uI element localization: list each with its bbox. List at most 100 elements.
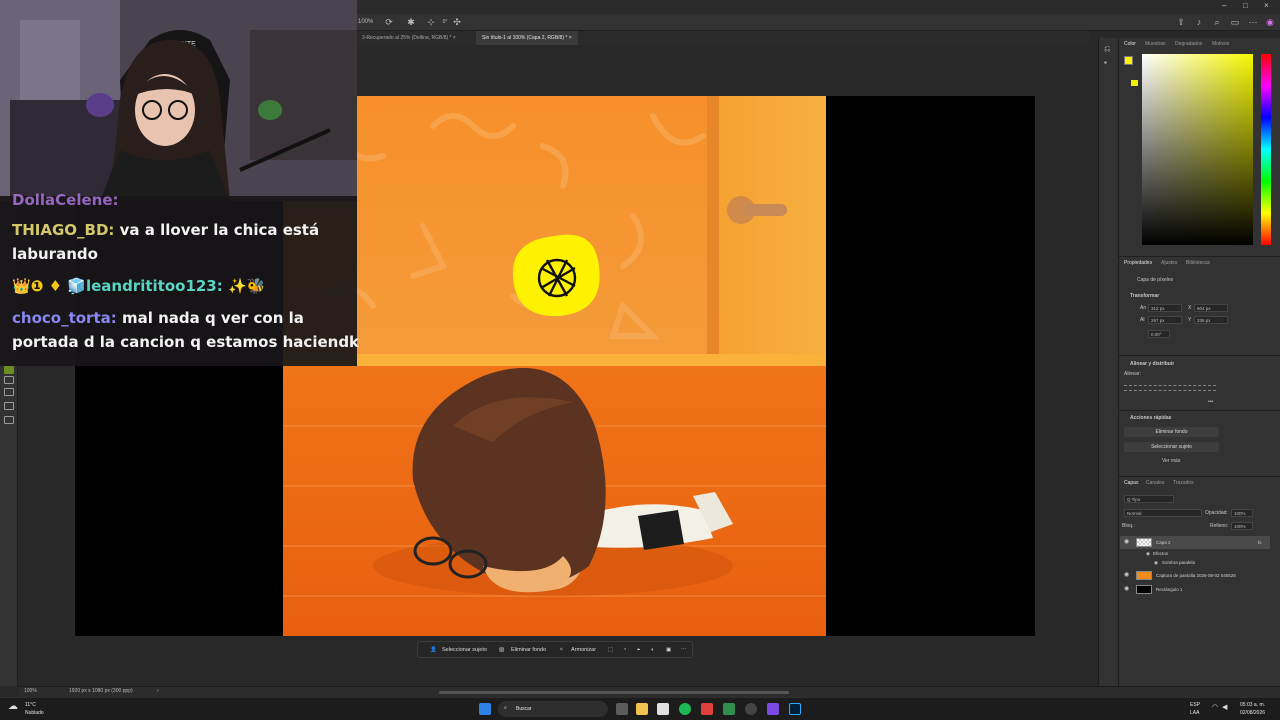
layer-filter-select[interactable]: Q Tipo (1124, 495, 1174, 503)
settings-icon[interactable]: ✱ (406, 17, 416, 27)
tab-document-2[interactable]: Sin título-1 al 100% (Capa 2, RGB/8) * × (476, 31, 578, 45)
clock-date[interactable]: 02/08/2026 (1240, 710, 1265, 716)
butterfly-icon[interactable]: ✣ (452, 17, 462, 27)
x-field[interactable]: 604 px (1194, 304, 1228, 312)
file-explorer-icon[interactable] (636, 703, 648, 715)
more-options-icon[interactable]: ••• (1208, 399, 1213, 405)
blend-mode-select[interactable]: Normal (1124, 509, 1202, 517)
comments-icon[interactable]: ▪ (1104, 58, 1107, 67)
see-more-link[interactable]: Ver más (1162, 458, 1180, 464)
visibility-eye-icon[interactable]: ◉ (1124, 583, 1129, 596)
layer-kind-label: Capa de píxeles (1137, 277, 1174, 283)
select-subject-ctx-button[interactable]: Seleccionar sujeto (442, 642, 487, 658)
color-field[interactable] (1142, 54, 1253, 245)
weather-desc[interactable]: Nublado (25, 710, 44, 716)
more-ctx-icon[interactable]: ⋯ (681, 642, 687, 658)
keyboard-layout[interactable]: LAA (1190, 710, 1199, 716)
spotify-icon[interactable] (679, 703, 691, 715)
effect-eye-icon[interactable]: ◉ (1154, 556, 1158, 569)
zoom-level[interactable]: 100% (24, 688, 37, 694)
fill-field[interactable]: 100% (1231, 522, 1253, 530)
chat-message-cont: laburando (12, 245, 98, 263)
layer-row[interactable]: ◉ Rectángulo 1 (1120, 583, 1270, 596)
document-info[interactable]: 1920 px x 1080 px (300 ppp) (69, 688, 133, 694)
app-icon[interactable] (723, 703, 735, 715)
tab-gradients[interactable]: Degradados (1175, 41, 1202, 47)
weather-temp[interactable]: 11°C (25, 702, 36, 708)
tab-layers[interactable]: Capas (1124, 480, 1138, 486)
photoshop-icon[interactable] (789, 703, 801, 715)
close-icon[interactable]: × (1264, 1, 1269, 10)
task-view-icon[interactable] (616, 703, 628, 715)
chat-username: THIAGO_BD: (12, 221, 115, 239)
width-field[interactable]: 312 px (1148, 304, 1182, 312)
angle-field[interactable]: 0° (438, 17, 452, 27)
height-label: Al (1140, 317, 1145, 323)
workspace-icon[interactable]: ▭ (1230, 17, 1240, 27)
clock-time[interactable]: 05:03 a. m. (1240, 702, 1265, 708)
tab-paths[interactable]: Trazados (1173, 480, 1194, 486)
layer-name[interactable]: Captura de pantalla 2026-08-02 045528 (1156, 569, 1236, 582)
volume-icon[interactable]: ◀ (1222, 703, 1227, 711)
history-icon[interactable]: ⎌ (1104, 44, 1110, 54)
chat-text: mal nada q ver con la (116, 309, 304, 327)
search-box[interactable]: ⌕ Buscar (498, 701, 608, 717)
maximize-icon[interactable]: □ (1243, 1, 1248, 10)
foreground-color[interactable] (1124, 56, 1133, 65)
transform-ctx-icon[interactable]: ⬚ (608, 642, 613, 658)
tab-channels[interactable]: Canales (1146, 480, 1164, 486)
tab-color[interactable]: Color (1124, 41, 1136, 47)
harmonize-ctx-button[interactable]: Armonizar (571, 642, 596, 658)
tab-swatches[interactable]: Muestras (1145, 41, 1166, 47)
opacity-field[interactable]: 100% (1231, 509, 1253, 517)
tab-adjustments[interactable]: Ajustes (1161, 260, 1177, 266)
extras-icon[interactable]: ⋯ (1248, 17, 1258, 27)
tab-libraries[interactable]: Bibliotecas (1186, 260, 1210, 266)
angle-field[interactable]: 0,00° (1148, 330, 1170, 338)
select-subject-button[interactable]: Seleccionar sujeto (1124, 442, 1219, 452)
search-icon: ⌕ (504, 705, 507, 711)
search-icon[interactable]: ⌕ (1212, 17, 1222, 27)
warp-ctx-icon[interactable]: ⌖ (637, 642, 640, 658)
foreground-color-swatch[interactable] (4, 366, 14, 374)
hue-slider[interactable] (1261, 54, 1271, 245)
tab-document-1[interactable]: 3-Recuperado al 25% (Dellina, RGB/8) * × (356, 31, 462, 45)
chat-text: va a llover la chica está (114, 221, 320, 239)
assistant-icon[interactable]: ◉ (1265, 17, 1275, 27)
adjust-ctx-icon[interactable]: ◐ (651, 642, 654, 658)
windows-taskbar: ☁ 11°C Nublado ⌕ Buscar ESP LAA ◠ ◀ 05:0… (0, 697, 1280, 720)
chevron-right-icon[interactable]: › (157, 688, 159, 694)
layer-effect-row[interactable]: ◉ Sombra paralela (1120, 556, 1270, 569)
obs-icon[interactable] (745, 703, 757, 715)
visibility-eye-icon[interactable]: ◉ (1124, 569, 1129, 582)
brave-icon[interactable] (701, 703, 713, 715)
align-buttons[interactable] (1124, 385, 1216, 391)
mask-ctx-icon[interactable]: ◔ (623, 642, 626, 658)
quick-mask-icon[interactable] (4, 376, 14, 384)
height-field[interactable]: 267 px (1148, 316, 1182, 324)
tab-properties[interactable]: Propiedades (1124, 260, 1152, 266)
symmetry-icon[interactable]: ⊹ (426, 17, 436, 27)
rotate-view-icon[interactable]: ⟳ (384, 17, 394, 27)
zoom-field[interactable]: 100% (358, 17, 373, 27)
chat-message-partial: DollaCelene: (12, 188, 119, 212)
start-icon[interactable] (479, 703, 491, 715)
wifi-icon[interactable]: ◠ (1212, 703, 1218, 711)
bell-icon[interactable]: ♪ (1194, 17, 1204, 27)
twitch-icon[interactable] (767, 703, 779, 715)
screen-mode-icon[interactable] (4, 388, 14, 396)
layer-row[interactable]: ◉ Captura de pantalla 2026-08-02 045528 (1120, 569, 1270, 582)
remove-background-button[interactable]: Eliminar fondo (1124, 427, 1219, 437)
y-field[interactable]: 236 px (1194, 316, 1228, 324)
language-code[interactable]: ESP (1190, 702, 1200, 708)
share-icon[interactable]: ⇪ (1176, 17, 1186, 27)
horizontal-scrollbar[interactable] (439, 691, 789, 694)
store-icon[interactable] (657, 703, 669, 715)
remove-bg-ctx-button[interactable]: Eliminar fondo (511, 642, 546, 658)
frame-tool-icon[interactable] (4, 402, 14, 410)
minimize-icon[interactable]: – (1222, 1, 1226, 10)
image-ctx-icon[interactable]: ▣ (666, 642, 671, 658)
edit-toolbar-icon[interactable] (4, 416, 14, 424)
tab-patterns[interactable]: Motivos (1212, 41, 1229, 47)
layer-name[interactable]: Rectángulo 1 (1156, 583, 1183, 596)
